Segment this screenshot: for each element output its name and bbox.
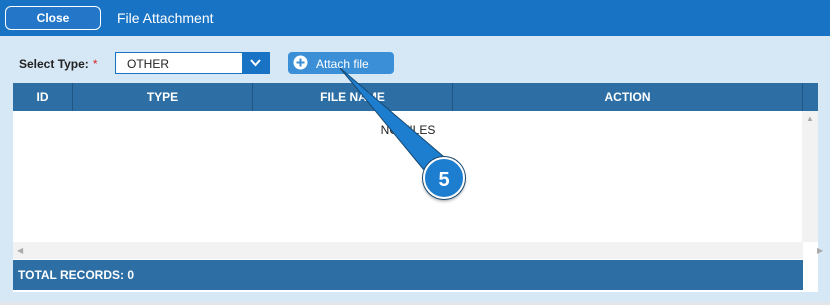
grid-footer: TOTAL RECORDS: 0 bbox=[13, 260, 803, 290]
type-select-value: OTHER bbox=[127, 57, 169, 71]
attach-file-button[interactable]: Attach file bbox=[288, 52, 394, 74]
required-marker: * bbox=[92, 57, 98, 71]
type-select-dropdown-button[interactable] bbox=[242, 53, 269, 73]
scroll-up-icon[interactable]: ▲ bbox=[806, 114, 814, 123]
empty-message: NO FILES bbox=[380, 123, 436, 137]
scroll-left-icon[interactable]: ◀ bbox=[17, 246, 23, 255]
close-button[interactable]: Close bbox=[5, 6, 101, 30]
dialog-title: File Attachment bbox=[117, 10, 214, 26]
step-callout-badge: 5 bbox=[423, 157, 465, 199]
chevron-down-icon bbox=[250, 59, 261, 67]
attach-file-label: Attach file bbox=[316, 57, 369, 71]
column-header-id[interactable]: ID bbox=[13, 83, 73, 111]
attachments-grid: ID TYPE FILE NAME ACTION NO FILES ▲ ◀ ▶ … bbox=[13, 83, 823, 292]
column-header-type[interactable]: TYPE bbox=[73, 83, 253, 111]
column-header-action[interactable]: ACTION bbox=[453, 83, 803, 111]
grid-header: ID TYPE FILE NAME ACTION bbox=[13, 83, 818, 111]
total-records: TOTAL RECORDS: 0 bbox=[18, 268, 135, 282]
dialog-titlebar: Close File Attachment bbox=[0, 0, 830, 36]
select-type-text: Select Type: bbox=[19, 57, 89, 71]
type-select[interactable]: OTHER bbox=[115, 52, 270, 74]
column-header-file-name[interactable]: FILE NAME bbox=[253, 83, 453, 111]
file-attachment-dialog: Close File Attachment Select Type: * OTHE… bbox=[0, 0, 830, 305]
select-type-label: Select Type: * bbox=[19, 57, 97, 71]
scroll-right-icon[interactable]: ▶ bbox=[817, 246, 823, 255]
plus-circle-icon bbox=[293, 55, 308, 70]
vertical-scrollbar[interactable]: ▲ bbox=[802, 111, 818, 242]
horizontal-scrollbar[interactable]: ◀ ▶ bbox=[13, 242, 823, 259]
grid-body: NO FILES bbox=[13, 111, 818, 242]
